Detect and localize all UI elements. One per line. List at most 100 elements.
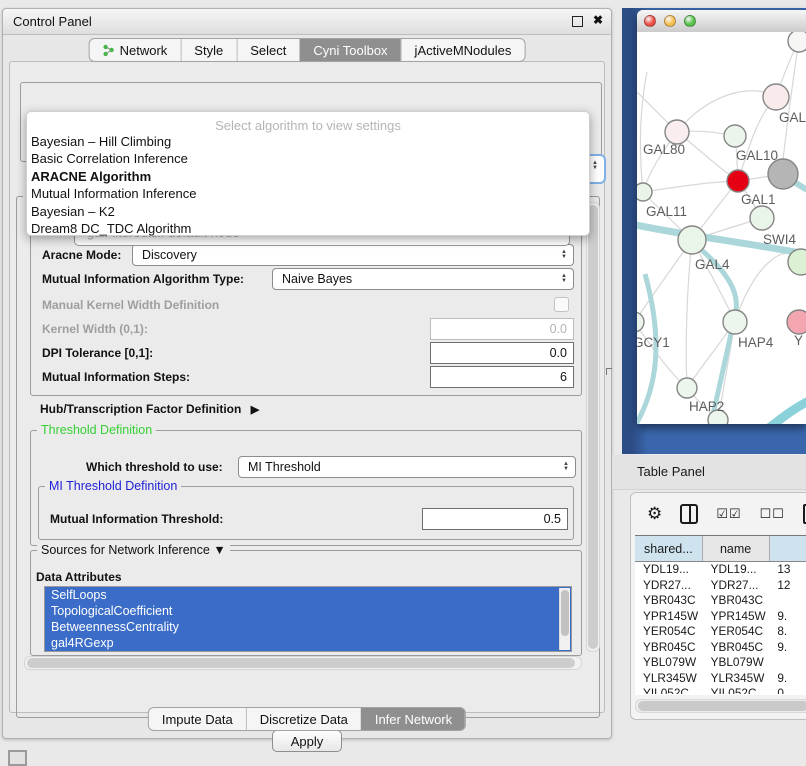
manual-kernel-width-checkbox[interactable] <box>554 297 569 312</box>
tab-select[interactable]: Select <box>236 39 299 61</box>
node-top-partial[interactable] <box>788 32 806 52</box>
aracne-mode-combo[interactable]: Discovery ▲▼ <box>132 244 574 266</box>
column-header-name[interactable]: name <box>703 536 770 561</box>
table-row[interactable]: YBR043CYBR043C <box>635 593 806 609</box>
mi-threshold-field[interactable]: 0.5 <box>422 508 568 530</box>
node-pink-right[interactable] <box>787 310 806 334</box>
table-cell: YBL079W <box>635 655 703 671</box>
tab-jactivemnodules[interactable]: jActiveMNodules <box>401 39 525 61</box>
mi-algorithm-type-combo[interactable]: Naive Bayes ▲▼ <box>272 268 574 290</box>
bottom-tab-impute-data[interactable]: Impute Data <box>149 708 246 730</box>
node-gal4[interactable] <box>678 226 706 254</box>
node-hap2[interactable] <box>677 378 697 398</box>
table-cell <box>769 655 806 671</box>
network-icon <box>103 44 115 56</box>
network-edge[interactable] <box>677 91 776 132</box>
algorithm-option[interactable]: Dream8 DC_TDC Algorithm <box>27 220 589 237</box>
table-row[interactable]: YPR145WYPR145W9. <box>635 609 806 625</box>
node-table: shared...name YDL19...YDL19...13YDR27...… <box>635 535 806 695</box>
algorithm-option[interactable]: Basic Correlation Inference <box>27 150 589 167</box>
hub-transcription-factor-label: Hub/Transcription Factor Definition <box>40 402 241 416</box>
tab-label: Network <box>120 43 168 58</box>
node-gal1[interactable] <box>727 170 749 192</box>
tab-cyni-toolbox[interactable]: Cyni Toolbox <box>299 39 400 61</box>
bottom-tab-infer-network[interactable]: Infer Network <box>361 708 465 730</box>
collapsed-arrow-icon: ▶ <box>251 404 259 416</box>
network-canvas[interactable]: GALGAL80GAL10GAL1GAL11SWI4GAL4GCY1HAP4YH… <box>637 32 806 424</box>
column-header-partial[interactable] <box>770 536 806 561</box>
node-gal11[interactable] <box>637 183 652 201</box>
algorithm-option[interactable]: Bayesian – K2 <box>27 203 589 220</box>
attribute-item-selected[interactable]: BetweennessCentrality <box>45 619 571 635</box>
table-row[interactable]: YLR345WYLR345W9. <box>635 671 806 687</box>
split-columns-icon[interactable] <box>680 504 698 524</box>
node-gcy1[interactable] <box>637 312 644 332</box>
algorithm-option[interactable]: Mutual Information Inference <box>27 185 589 202</box>
gear-icon[interactable]: ⚙ <box>647 504 662 524</box>
dpi-tolerance-field[interactable]: 0.0 <box>430 342 574 364</box>
table-row[interactable]: YDL19...YDL19...13 <box>635 562 806 578</box>
algorithm-option[interactable]: Bayesian – Hill Climbing <box>27 133 589 150</box>
kernel-width-field[interactable]: 0.0 <box>430 318 574 340</box>
table-cell: YDR27... <box>703 578 770 594</box>
table-row[interactable]: YBR045CYBR045C9. <box>635 640 806 656</box>
close-icon[interactable]: ✖ <box>593 13 603 27</box>
table-cell: YLR345W <box>635 671 703 687</box>
table-row[interactable]: YER054CYER054C8. <box>635 624 806 640</box>
network-edge[interactable] <box>640 72 647 192</box>
tab-label: jActiveMNodules <box>415 43 512 58</box>
float-window-icon[interactable] <box>572 16 583 27</box>
aracne-mode-value: Discovery <box>142 248 197 262</box>
table-row[interactable]: YBL079WYBL079W <box>635 655 806 671</box>
settings-vertical-scrollbar[interactable] <box>586 202 600 652</box>
table-horizontal-scrollbar[interactable] <box>635 699 806 713</box>
tab-network[interactable]: Network <box>90 39 181 61</box>
attributes-list-scrollbar[interactable] <box>559 588 570 650</box>
attribute-item-selected[interactable]: TopologicalCoefficient <box>45 603 571 619</box>
settings-horizontal-scrollbar[interactable] <box>24 656 582 670</box>
select-all-icon[interactable]: ☑☑ <box>716 506 741 522</box>
apply-button[interactable]: Apply <box>272 730 342 752</box>
hub-transcription-factor-toggle[interactable]: Hub/Transcription Factor Definition ▶ <box>40 402 259 416</box>
network-edge[interactable] <box>643 181 738 192</box>
node-gal10[interactable] <box>768 159 798 189</box>
table-cell: YPR145W <box>703 609 770 625</box>
mi-algorithm-type-value: Naive Bayes <box>282 272 352 286</box>
minimize-traffic-light[interactable] <box>664 15 676 27</box>
network-edge[interactable] <box>637 322 687 388</box>
close-traffic-light[interactable] <box>644 15 656 27</box>
network-edge[interactable] <box>686 240 692 388</box>
attribute-item-selected[interactable]: gal4RGexp <box>45 635 571 651</box>
node-green-top[interactable] <box>724 125 746 147</box>
algorithm-option[interactable]: ARACNE Algorithm <box>27 168 589 185</box>
tab-style[interactable]: Style <box>180 39 236 61</box>
deselect-all-icon[interactable]: ☐☐ <box>760 506 785 522</box>
bottom-tabs: Impute DataDiscretize DataInfer Network <box>148 707 466 731</box>
mi-steps-field[interactable]: 6 <box>430 366 574 388</box>
mi-steps-label: Mutual Information Steps: <box>42 370 190 384</box>
table-cell: YPR145W <box>635 609 703 625</box>
bottom-tab-discretize-data[interactable]: Discretize Data <box>246 708 361 730</box>
cursor-artifact <box>606 368 612 375</box>
docked-panel-icon[interactable] <box>8 750 27 766</box>
zoom-traffic-light[interactable] <box>684 15 696 27</box>
network-edge-highlighted[interactable] <box>761 399 806 424</box>
expanded-arrow-icon[interactable]: ▼ <box>213 543 225 557</box>
network-window-titlebar[interactable] <box>637 10 806 33</box>
attribute-item-selected[interactable]: SelfLoops <box>45 587 571 603</box>
which-threshold-combo[interactable]: MI Threshold ▲▼ <box>238 456 576 478</box>
node-pink-right-label: Y <box>794 333 803 348</box>
control-panel-titlebar: Control Panel ✖ <box>3 9 611 35</box>
column-header-shared[interactable]: shared... <box>635 536 703 561</box>
table-cell <box>769 593 806 609</box>
node-gal-top[interactable] <box>763 84 789 110</box>
network-edge-highlighted[interactable] <box>697 246 736 424</box>
node-gal80[interactable] <box>665 120 689 144</box>
table-body: YDL19...YDL19...13YDR27...YDR27...12YBR0… <box>635 562 806 694</box>
network-graph: GALGAL80GAL10GAL1GAL11SWI4GAL4GCY1HAP4YH… <box>637 32 806 424</box>
table-row[interactable]: YIL052CYIL052C0. <box>635 686 806 694</box>
data-attributes-list: SelfLoopsTopologicalCoefficientBetweenne… <box>44 586 572 652</box>
node-swi4[interactable] <box>750 206 774 230</box>
node-hap4[interactable] <box>723 310 747 334</box>
table-row[interactable]: YDR27...YDR27...12 <box>635 578 806 594</box>
